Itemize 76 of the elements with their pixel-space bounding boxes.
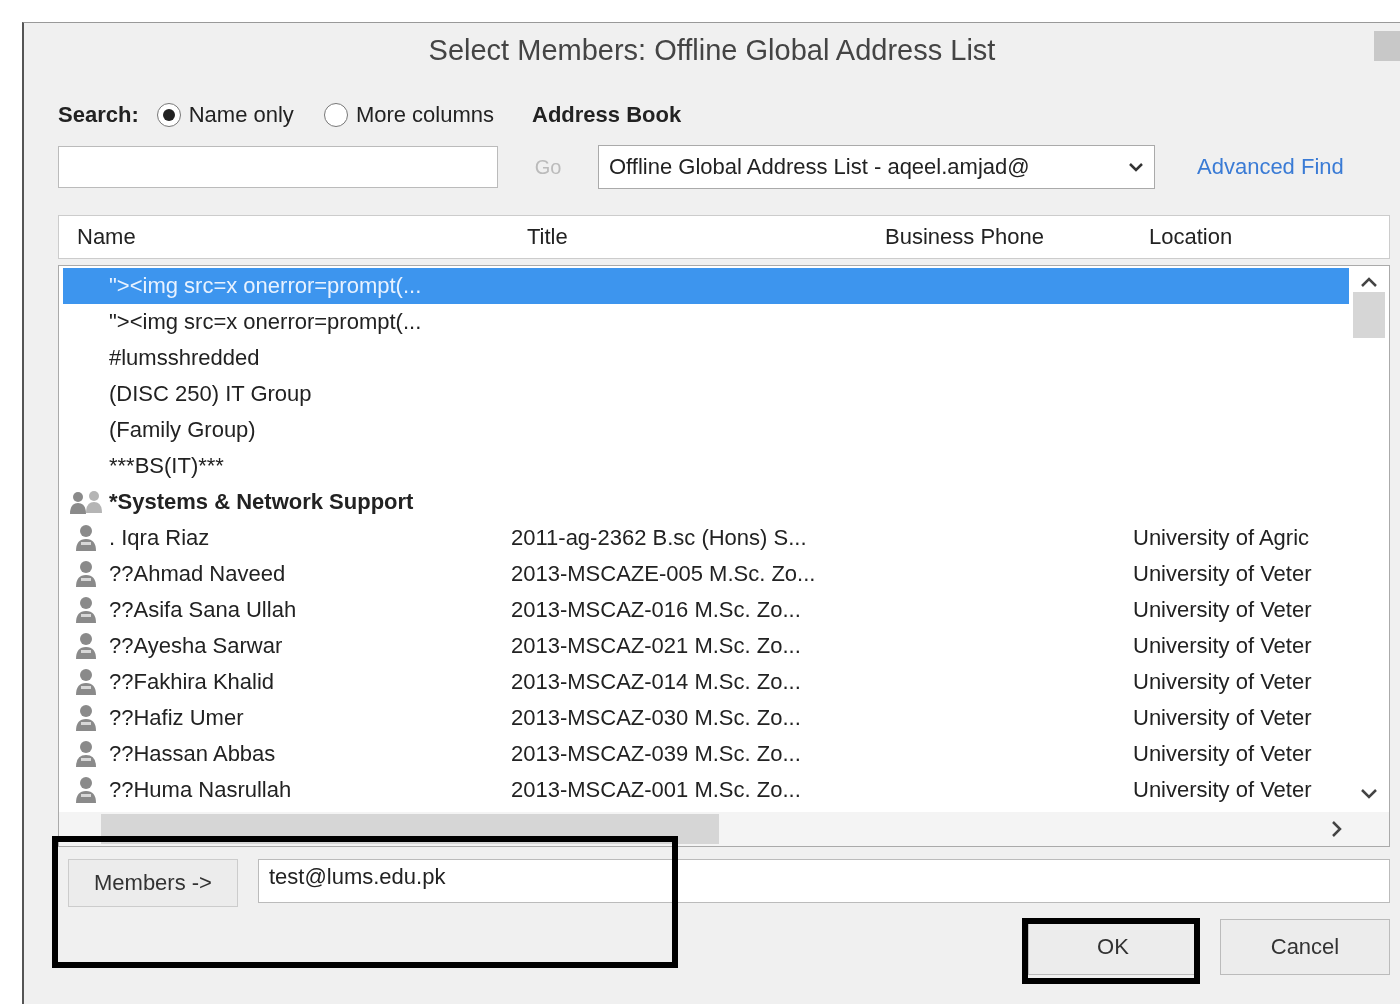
list-row[interactable]: (Family Group) <box>63 412 1349 448</box>
name-cell-text: #lumsshredded <box>109 345 261 371</box>
person-icon <box>75 668 97 696</box>
person-icon <box>75 560 97 588</box>
title-cell-text: 2013-MSCAZ-016 M.Sc. Zo... <box>511 597 802 623</box>
location-cell-text: University of Veter <box>1133 705 1313 731</box>
person-icon <box>75 704 97 732</box>
list-row[interactable]: ??Ahmad Naveed 2013-MSCAZE-005 M.Sc. Zo... University of Veter <box>63 556 1349 592</box>
name-cell-text: ??Ahmad Naveed <box>109 561 287 587</box>
person-icon <box>75 776 97 804</box>
horizontal-scrollbar[interactable] <box>59 812 1349 846</box>
chevron-down-icon <box>1128 162 1144 172</box>
radio-option[interactable]: More columns <box>323 102 495 128</box>
advanced-find-link[interactable]: Advanced Find <box>1197 154 1344 180</box>
list-row[interactable]: ??Huma Nasrullah 2013-MSCAZ-001 M.Sc. Zo... University of Veter <box>63 772 1349 808</box>
list-row[interactable]: ??Hafiz Umer 2013-MSCAZ-030 M.Sc. Zo... University of Veter <box>63 700 1349 736</box>
group-icon <box>69 489 103 515</box>
name-cell-text: *Systems & Network Support <box>109 489 415 515</box>
column-header[interactable]: Name <box>59 224 511 250</box>
person-icon <box>75 596 97 624</box>
name-cell-text: (Family Group) <box>109 417 257 443</box>
location-cell-text: University of Veter <box>1133 633 1313 659</box>
list-row[interactable]: "><img src=x onerror=prompt(... <box>63 304 1349 340</box>
column-header[interactable]: Title <box>511 224 869 250</box>
title-cell-text: 2013-MSCAZ-014 M.Sc. Zo... <box>511 669 802 695</box>
title-cell-text: 2013-MSCAZE-005 M.Sc. Zo... <box>511 561 817 587</box>
person-icon <box>75 632 97 660</box>
location-cell-text: University of Veter <box>1133 777 1313 803</box>
name-cell-text: ??Huma Nasrullah <box>109 777 293 803</box>
chevron-down-icon <box>1360 788 1378 800</box>
title-cell-text: 2013-MSCAZ-001 M.Sc. Zo... <box>511 777 802 803</box>
window-title: Select Members: Offline Global Address List <box>428 33 996 67</box>
location-cell-text: University of Veter <box>1133 669 1313 695</box>
name-cell-text: ***BS(IT)*** <box>109 453 225 479</box>
name-cell-text: ??Fakhira Khalid <box>109 669 276 695</box>
list-row[interactable]: *Systems & Network Support <box>63 484 1349 520</box>
name-cell-text: ??Asifa Sana Ullah <box>109 597 298 623</box>
list-row[interactable]: ??Fakhira Khalid 2013-MSCAZ-014 M.Sc. Zo... University of Veter <box>63 664 1349 700</box>
name-cell-text: "><img src=x onerror=prompt(... <box>109 273 423 299</box>
list-row[interactable]: ??Hassan Abbas 2013-MSCAZ-039 M.Sc. Zo... University of Veter <box>63 736 1349 772</box>
column-header[interactable]: Business Phone <box>869 224 1133 250</box>
members-button[interactable]: Members -> <box>68 859 238 907</box>
name-cell-text: ??Hassan Abbas <box>109 741 277 767</box>
list-row[interactable]: . Iqra Riaz 2011-ag-2362 B.sc (Hons) S... University of Agric <box>63 520 1349 556</box>
name-cell-text: (DISC 250) IT Group <box>109 381 313 407</box>
person-icon <box>75 524 97 552</box>
list-row[interactable]: ??Asifa Sana Ullah 2013-MSCAZ-016 M.Sc. Zo... University of Veter <box>63 592 1349 628</box>
location-cell-text: University of Agric <box>1133 525 1311 551</box>
title-cell-text: 2013-MSCAZ-030 M.Sc. Zo... <box>511 705 802 731</box>
name-cell-text: "><img src=x onerror=prompt(... <box>109 309 423 335</box>
name-cell-text: . Iqra Riaz <box>109 525 211 551</box>
members-field[interactable]: test@lums.edu.pk <box>258 859 1390 903</box>
title-cell-text: 2013-MSCAZ-039 M.Sc. Zo... <box>511 741 802 767</box>
search-field[interactable] <box>58 146 498 188</box>
close-button[interactable] <box>1374 31 1400 61</box>
name-cell-text: ??Hafiz Umer <box>109 705 245 731</box>
list-row[interactable]: #lumsshredded <box>63 340 1349 376</box>
list-row[interactable]: ***BS(IT)*** <box>63 448 1349 484</box>
chevron-right-icon <box>1331 820 1343 838</box>
list-row[interactable]: ??Ayesha Sarwar 2013-MSCAZ-021 M.Sc. Zo... University of Veter <box>63 628 1349 664</box>
address-book-dropdown[interactable]: Offline Global Address List - aqeel.amjad@ <box>598 145 1155 189</box>
location-cell-text: University of Veter <box>1133 741 1313 767</box>
list-row[interactable]: (DISC 250) IT Group <box>63 376 1349 412</box>
title-cell-text: 2011-ag-2362 B.sc (Hons) S... <box>511 525 808 551</box>
chevron-up-icon <box>1360 276 1378 288</box>
location-cell-text: University of Veter <box>1133 561 1313 587</box>
title-cell-text: 2013-MSCAZ-021 M.Sc. Zo... <box>511 633 802 659</box>
search-label: Search: <box>58 102 139 128</box>
dialog-button[interactable]: Cancel <box>1220 919 1390 975</box>
person-icon <box>75 740 97 768</box>
scroll-thumb[interactable] <box>1353 292 1385 338</box>
location-cell-text: University of Veter <box>1133 597 1313 623</box>
column-header[interactable]: Location <box>1133 224 1389 250</box>
address-book-label: Address Book <box>532 102 682 128</box>
name-cell-text: ??Ayesha Sarwar <box>109 633 284 659</box>
radio-option[interactable]: Name only <box>156 102 294 128</box>
